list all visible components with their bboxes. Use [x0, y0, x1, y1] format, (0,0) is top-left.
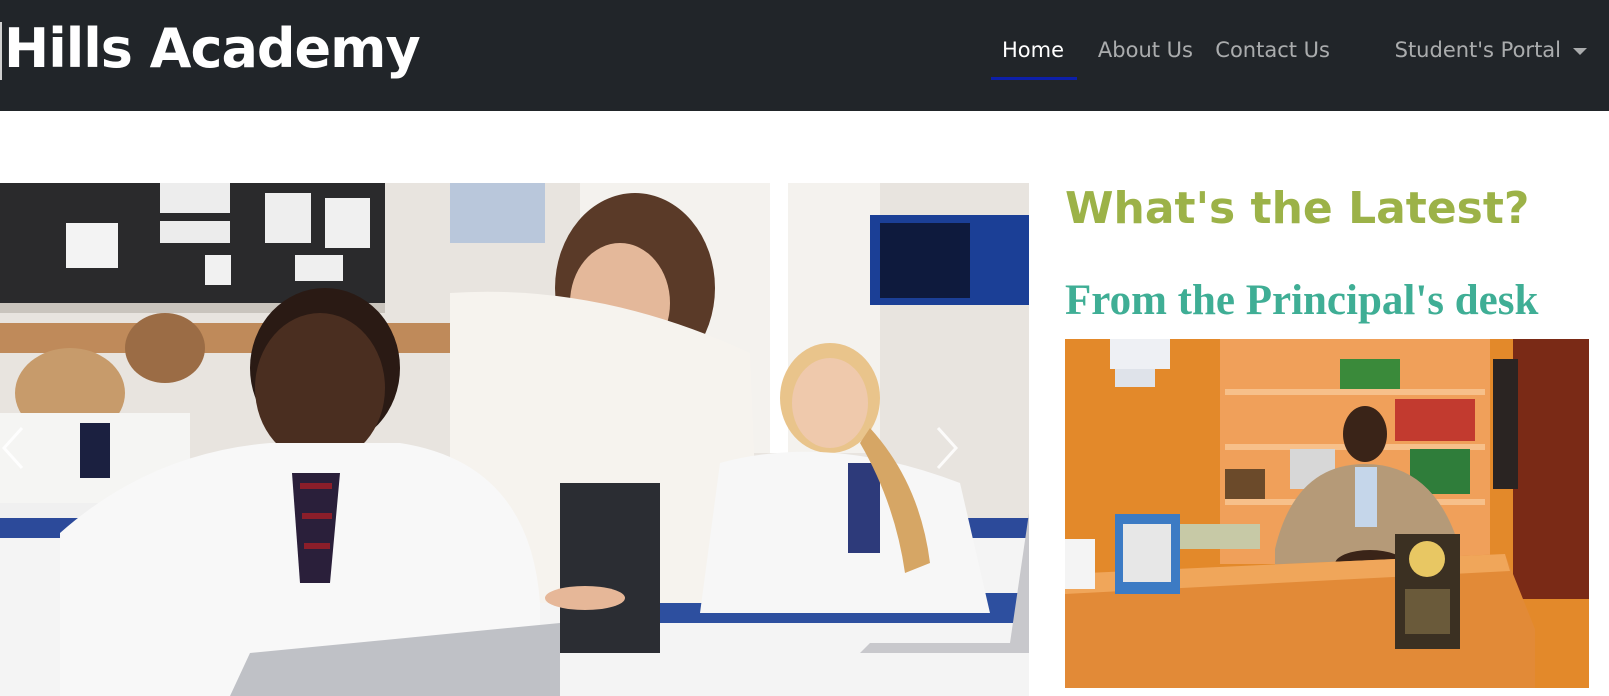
dropdown-caret-icon: [1573, 47, 1587, 55]
chevron-right-icon: [936, 426, 959, 470]
nav-students-portal[interactable]: Student's Portal: [1395, 32, 1587, 80]
principal-office-photo: [1065, 339, 1589, 688]
carousel-prev-button[interactable]: [0, 418, 30, 478]
nav-home[interactable]: Home: [991, 32, 1077, 80]
navbar: Hills Academy Home About Us Contact Us S…: [0, 0, 1609, 111]
carousel-next-button[interactable]: [930, 418, 960, 478]
brand-divider: [0, 22, 2, 80]
nav-contact-us-label: Contact Us: [1215, 38, 1330, 62]
nav-about-us-label: About Us: [1097, 38, 1193, 62]
latest-heading: What's the Latest?: [1065, 183, 1530, 234]
principal-desk-heading: From the Principal's desk: [1065, 277, 1539, 324]
nav-students-portal-label: Student's Portal: [1394, 38, 1561, 62]
brand-title[interactable]: Hills Academy: [4, 14, 421, 84]
chevron-left-icon: [1, 426, 24, 470]
nav-about-us[interactable]: About Us: [1098, 32, 1193, 80]
active-underline: [991, 77, 1077, 80]
nav-home-label: Home: [1002, 38, 1065, 62]
hero-carousel[interactable]: [0, 183, 1029, 696]
classroom-photo: [0, 183, 1029, 696]
nav-contact-us[interactable]: Contact Us: [1215, 32, 1330, 80]
principal-photo: [1065, 339, 1589, 688]
